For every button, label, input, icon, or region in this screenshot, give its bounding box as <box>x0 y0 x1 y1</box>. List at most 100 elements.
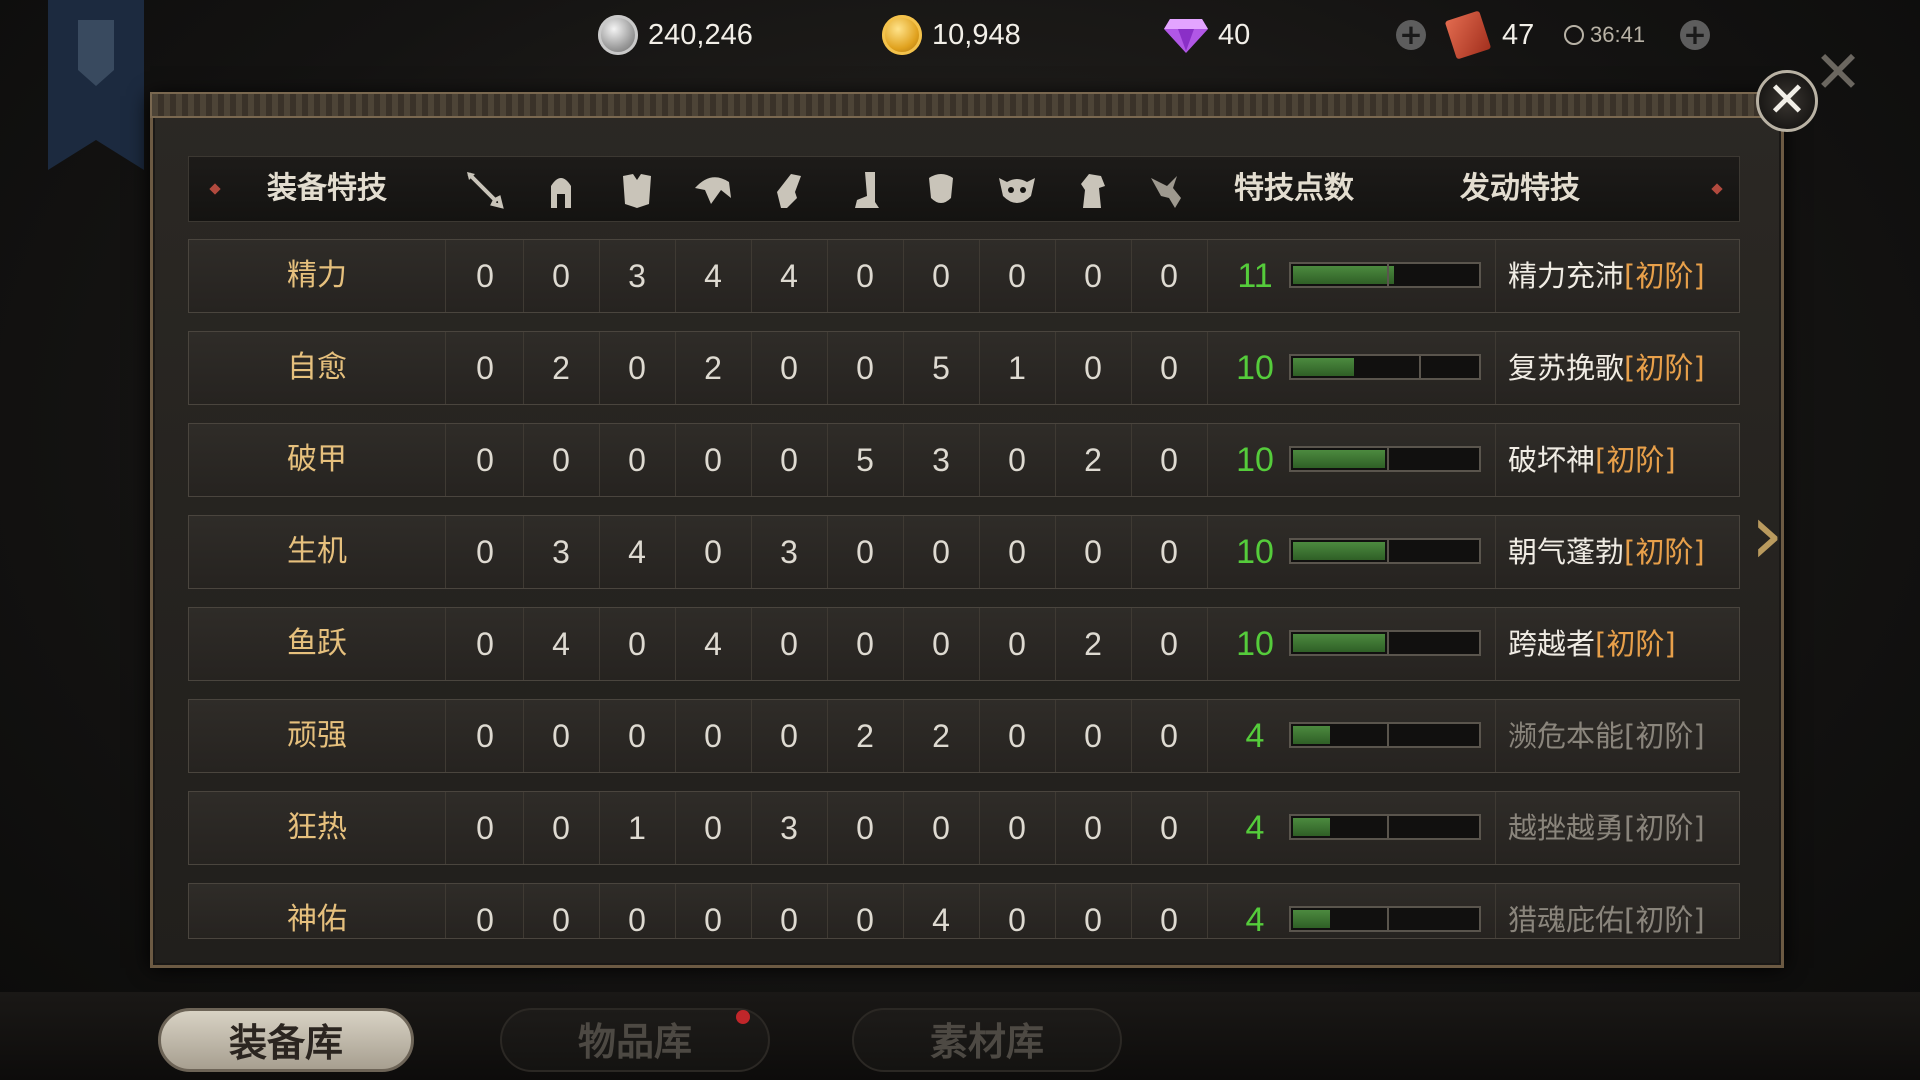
progress-threshold-tick <box>1387 816 1389 838</box>
triggered-skill[interactable]: 越挫越勇[初阶] <box>1495 792 1739 864</box>
slot-value: 0 <box>827 608 904 680</box>
tab-item-storage[interactable]: 物品库 <box>500 1008 770 1072</box>
panel-top-ornament <box>150 92 1784 118</box>
table-row[interactable]: 精力 0 0 3 4 4 0 0 0 0 0 11 精力充沛[初阶] <box>188 239 1740 313</box>
slot-value: 2 <box>827 700 904 772</box>
plus-icon: + <box>1680 20 1710 50</box>
slot-value: 0 <box>1131 792 1208 864</box>
background-close-icon[interactable]: ✕ <box>1810 43 1866 101</box>
skill-points: 10 <box>1236 625 1274 663</box>
triggered-skill-tier: [初阶] <box>1624 351 1705 385</box>
progress-threshold-tick <box>1387 540 1389 562</box>
slot-value: 0 <box>1055 700 1132 772</box>
table-row[interactable]: 生机 0 3 4 0 3 0 0 0 0 0 10 朝气蓬勃[初阶] <box>188 515 1740 589</box>
triggered-skill-tier: [初阶] <box>1624 259 1705 293</box>
triggered-skill-tier: [初阶] <box>1595 443 1676 477</box>
add-diamonds-button[interactable]: + <box>1396 12 1426 58</box>
progress-fill <box>1293 358 1354 376</box>
progress-threshold-tick <box>1387 632 1389 654</box>
slot-value: 0 <box>979 424 1056 496</box>
tab-equipment-storage[interactable]: 装备库 <box>158 1008 414 1072</box>
slot-value: 0 <box>1131 516 1208 588</box>
ticket-timer: 36:41 <box>1564 12 1645 58</box>
triggered-skill-name: 濒危本能 <box>1508 719 1625 753</box>
triggered-skill[interactable]: 精力充沛[初阶] <box>1495 240 1739 312</box>
slot-value: 0 <box>447 608 524 680</box>
slot-value: 0 <box>979 240 1056 312</box>
slot-value: 2 <box>523 332 600 404</box>
progress-threshold-tick <box>1387 908 1389 930</box>
shoulder-icon <box>675 157 751 221</box>
skill-progress-bar <box>1289 906 1481 932</box>
slot-value: 0 <box>523 792 600 864</box>
add-tickets-button[interactable]: + <box>1680 12 1710 58</box>
slot-value: 3 <box>903 424 980 496</box>
progress-threshold-tick <box>1387 448 1389 470</box>
slot-value: 0 <box>751 424 828 496</box>
armor-icon <box>599 157 675 221</box>
diamond-amount: 40 <box>1218 18 1251 51</box>
progress-threshold-tick <box>1387 724 1389 746</box>
table-row[interactable]: 狂热 0 0 1 0 3 0 0 0 0 0 4 越挫越勇[初阶] <box>188 791 1740 865</box>
tab-material-storage[interactable]: 素材库 <box>852 1008 1122 1072</box>
progress-fill <box>1293 818 1330 836</box>
triggered-skill[interactable]: 复苏挽歌[初阶] <box>1495 332 1739 404</box>
slot-value: 0 <box>1055 516 1132 588</box>
table-row[interactable]: 鱼跃 0 4 0 4 0 0 0 0 2 0 10 跨越者[初阶] <box>188 607 1740 681</box>
triggered-skill-name: 越挫越勇 <box>1508 811 1625 845</box>
slot-value: 3 <box>523 516 600 588</box>
progress-fill <box>1293 726 1330 744</box>
slot-value: 0 <box>827 332 904 404</box>
table-row[interactable]: 顽强 0 0 0 0 0 2 2 0 0 0 4 濒危本能[初阶] <box>188 699 1740 773</box>
triggered-skill-tier: [初阶] <box>1624 811 1705 845</box>
slot-value: 4 <box>903 884 980 938</box>
slot-value: 5 <box>827 424 904 496</box>
triggered-skill[interactable]: 濒危本能[初阶] <box>1495 700 1739 772</box>
slot-value: 1 <box>979 332 1056 404</box>
table-row[interactable]: 神佑 0 0 0 0 0 0 4 0 0 0 4 猎魂庇佑[初阶] <box>188 883 1740 939</box>
table-row[interactable]: 自愈 0 2 0 2 0 0 5 1 0 0 10 复苏挽歌[初阶] <box>188 331 1740 405</box>
clock-icon <box>1564 25 1584 45</box>
glove-icon <box>751 157 827 221</box>
triggered-skill[interactable]: 破坏神[初阶] <box>1495 424 1739 496</box>
slot-value: 0 <box>1131 240 1208 312</box>
skill-category-name: 鱼跃 <box>189 608 446 680</box>
progress-threshold-tick <box>1419 356 1421 378</box>
slot-value: 3 <box>599 240 676 312</box>
triggered-skill[interactable]: 猎魂庇佑[初阶] <box>1495 884 1739 938</box>
slot-value: 0 <box>827 792 904 864</box>
diamond-icon <box>1164 19 1208 53</box>
progress-fill <box>1293 542 1385 560</box>
skill-points: 10 <box>1236 441 1274 479</box>
skill-category-name: 狂热 <box>189 792 446 864</box>
triggered-skill[interactable]: 朝气蓬勃[初阶] <box>1495 516 1739 588</box>
header-skill-points: 特技点数 <box>1234 171 1354 206</box>
slot-value: 0 <box>523 884 600 938</box>
slot-value: 0 <box>751 884 828 938</box>
slot-value: 0 <box>1131 884 1208 938</box>
slot-value: 4 <box>751 240 828 312</box>
silver-resource: 240,246 <box>598 12 753 58</box>
diamond-resource: 40 <box>1164 12 1250 58</box>
slot-value: 0 <box>979 608 1056 680</box>
skill-category-name: 顽强 <box>189 700 446 772</box>
slot-value: 0 <box>599 608 676 680</box>
ticket-icon <box>1444 10 1492 60</box>
triggered-skill[interactable]: 跨越者[初阶] <box>1495 608 1739 680</box>
slot-value: 0 <box>599 332 676 404</box>
progress-threshold-tick <box>1387 264 1389 286</box>
slot-value: 0 <box>979 700 1056 772</box>
next-page-chevron-icon[interactable]: › <box>1742 492 1792 576</box>
triggered-skill-tier: [初阶] <box>1624 719 1705 753</box>
table-row[interactable]: 破甲 0 0 0 0 0 5 3 0 2 0 10 破坏神[初阶] <box>188 423 1740 497</box>
slot-value: 0 <box>675 516 752 588</box>
slot-value: 0 <box>447 332 524 404</box>
slot-value: 4 <box>675 240 752 312</box>
close-button[interactable]: ✕ <box>1756 70 1818 132</box>
slot-value: 0 <box>447 240 524 312</box>
slot-value: 0 <box>979 884 1056 938</box>
skill-category-name: 生机 <box>189 516 446 588</box>
slot-value: 0 <box>827 516 904 588</box>
notification-dot <box>736 1010 750 1024</box>
slot-value: 0 <box>827 884 904 938</box>
